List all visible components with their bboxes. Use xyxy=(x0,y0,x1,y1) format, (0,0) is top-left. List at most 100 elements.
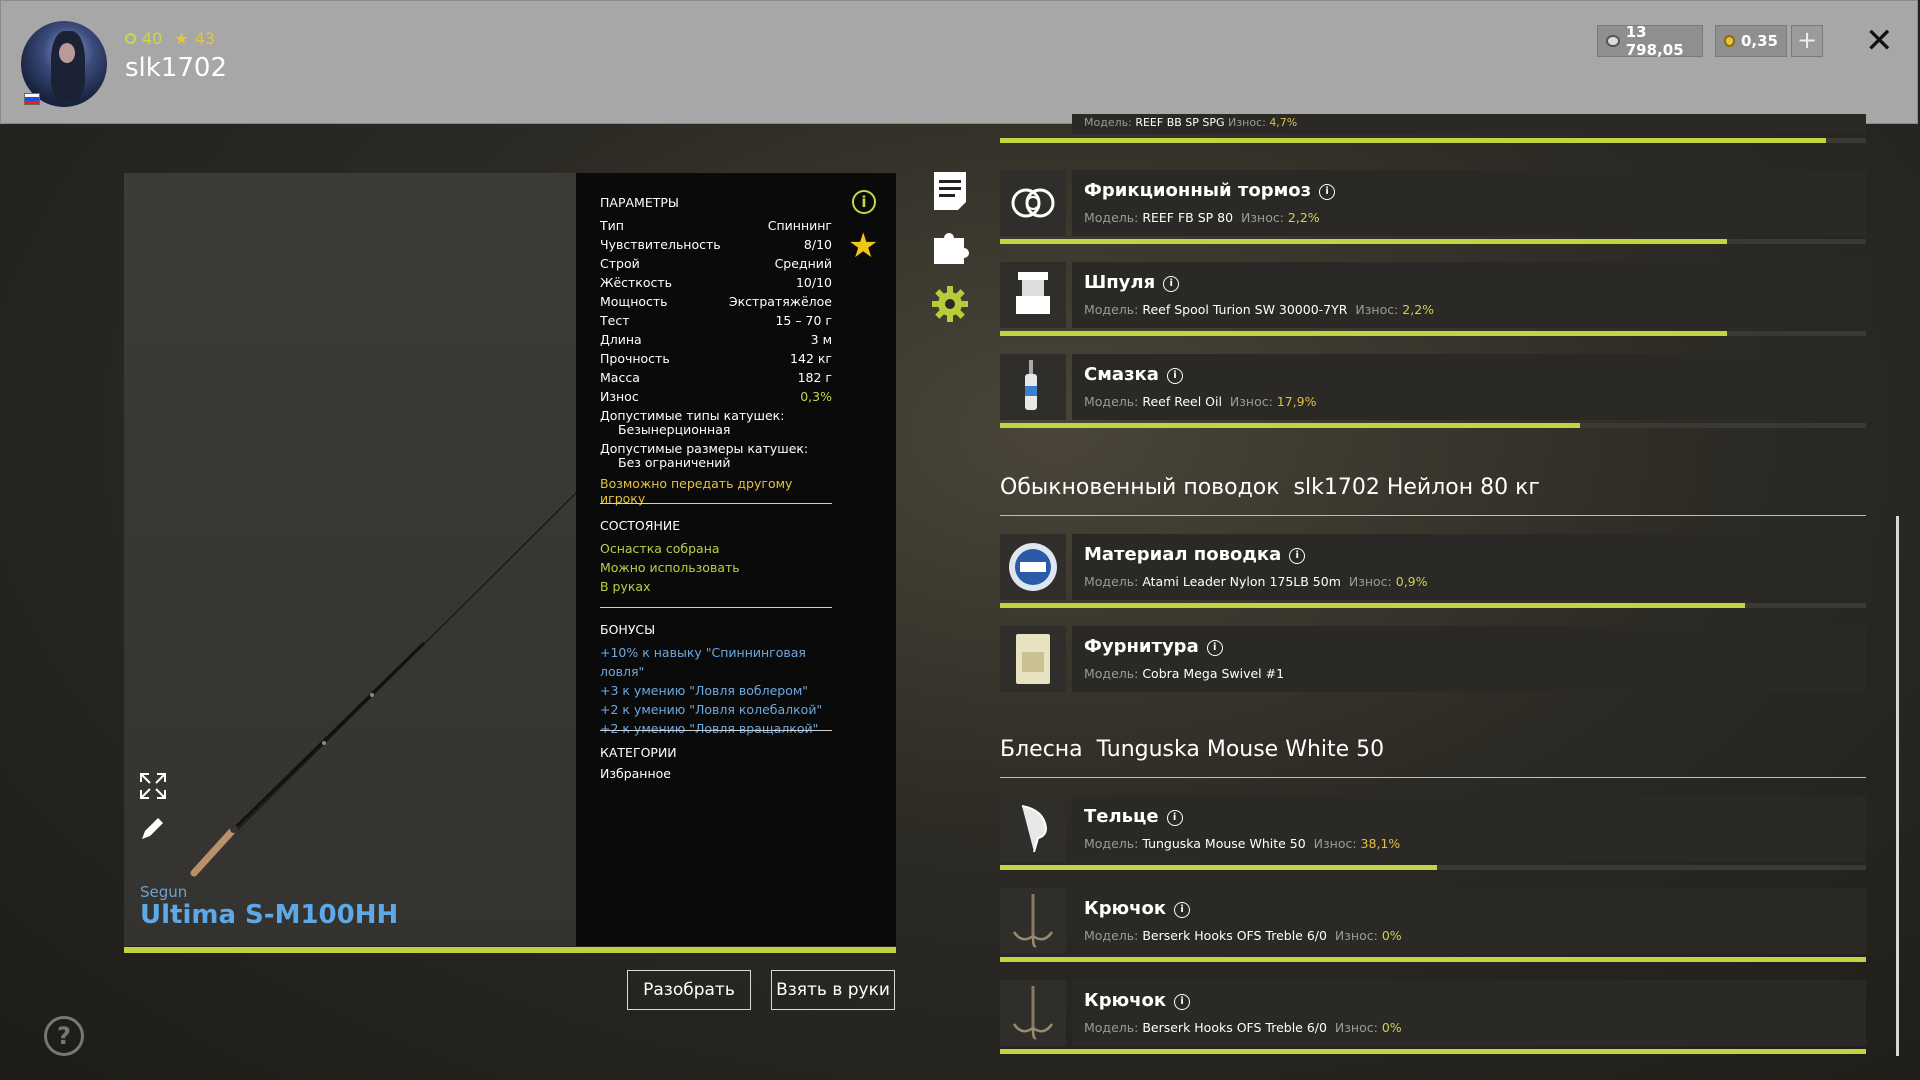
component-item[interactable]: Крючок i Модель: Berserk Hooks OFS Treble … xyxy=(1000,980,1866,1056)
model-label: Модель: xyxy=(1084,836,1139,851)
expand-icon[interactable] xyxy=(138,771,168,801)
group-label: Блесна xyxy=(1000,737,1083,762)
component-item[interactable]: Фрикционный тормоз i Модель: REEF FB SP 80… xyxy=(1000,170,1866,246)
info-icon[interactable]: i xyxy=(1319,184,1336,200)
bonus-line: +2 к умению "Ловля вращалкой" xyxy=(600,721,819,736)
component-meta: Модель: Reef Reel Oil Износ: 17,9% xyxy=(1084,394,1317,409)
take-in-hands-button[interactable]: Взять в руки xyxy=(771,970,895,1010)
wear-label: Износ: xyxy=(1334,928,1378,943)
model-label: Модель: xyxy=(1084,574,1139,589)
component-card[interactable]: Фрикционный тормоз i Модель: REEF FB SP 80… xyxy=(1072,170,1866,236)
param-value: 0,3% xyxy=(800,389,832,404)
info-icon[interactable]: i xyxy=(1206,640,1223,656)
wear-bar xyxy=(1000,138,1826,143)
gold-currency: 0,35 xyxy=(1715,25,1787,57)
wear-value: 0% xyxy=(1381,1020,1402,1035)
info-icon[interactable]: i xyxy=(1174,994,1191,1010)
component-name: Крючок xyxy=(1084,898,1167,919)
info-icon[interactable]: i xyxy=(1166,810,1183,826)
rod-brand: Segun xyxy=(140,883,188,901)
wear-bar xyxy=(1000,423,1580,428)
param-value: Спиннинг xyxy=(767,218,832,233)
model-value: Cobra Mega Swivel #1 xyxy=(1142,666,1285,681)
add-currency-button[interactable]: + xyxy=(1791,25,1823,57)
param-key: Прочность xyxy=(600,351,670,366)
favorite-star-icon[interactable]: ★ xyxy=(848,226,878,266)
wear-label: Износ: xyxy=(1229,394,1273,409)
component-card[interactable]: Смазка i Модель: Reef Reel Oil Износ: 17,9… xyxy=(1072,354,1866,420)
component-meta: Модель: Atami Leader Nylon 175LB 50m Изн… xyxy=(1084,574,1428,589)
wear-bar xyxy=(1000,331,1727,336)
wear-value: 38,1% xyxy=(1360,836,1401,851)
description-document-icon[interactable] xyxy=(930,170,970,210)
model-value: Atami Leader Nylon 175LB 50m xyxy=(1142,574,1341,589)
component-name: Крючок xyxy=(1084,990,1167,1011)
parameters-title: ПАРАМЕТРЫ xyxy=(600,195,679,210)
wear-label: Износ: xyxy=(1355,302,1399,317)
tackle-puzzle-icon[interactable] xyxy=(930,226,970,266)
leader-material-icon xyxy=(1000,534,1066,600)
level-value: 40 xyxy=(142,29,163,48)
component-card[interactable]: Крючок i Модель: Berserk Hooks OFS Treble … xyxy=(1072,980,1866,1046)
list-item-partial: Модель: REEF BB SP SPG Износ: 4,7% xyxy=(1000,114,1866,144)
wear-bar xyxy=(1000,239,1727,244)
component-name: Шпуля xyxy=(1084,272,1156,293)
category-value: Избранное xyxy=(600,766,671,781)
model-label: Модель: xyxy=(1084,394,1139,409)
component-item[interactable]: Тельце i Модель: Tunguska Mouse White 50 И… xyxy=(1000,796,1866,872)
model-label: Модель: xyxy=(1084,1020,1139,1035)
help-icon[interactable]: ? xyxy=(44,1016,84,1056)
component-card[interactable]: Шпуля i Модель: Reef Spool Turion SW 30000… xyxy=(1072,262,1866,328)
level-info: 40 ★ 43 xyxy=(125,29,215,48)
scrollbar[interactable] xyxy=(1896,516,1899,1056)
rod-wear-bar xyxy=(124,947,896,953)
param-key: Длина xyxy=(600,332,642,347)
param-value: 142 кг xyxy=(790,351,832,366)
bonuses-title: БОНУСЫ xyxy=(600,622,656,637)
state-line: В руках xyxy=(600,579,651,594)
settings-gear-icon[interactable] xyxy=(930,284,970,324)
param-row: Масса 182 г xyxy=(600,368,832,387)
param-row: Тест 15 – 70 г xyxy=(600,311,832,330)
disassemble-button[interactable]: Разобрать xyxy=(627,970,751,1010)
param-value: 3 м xyxy=(810,332,832,347)
component-card[interactable]: Фурнитура i Модель: Cobra Mega Swivel #1 xyxy=(1072,626,1866,692)
info-icon[interactable]: i xyxy=(1174,902,1191,918)
param-key: Строй xyxy=(600,256,640,271)
component-item[interactable]: Фурнитура i Модель: Cobra Mega Swivel #1 xyxy=(1000,626,1866,702)
component-item[interactable]: Смазка i Модель: Reef Reel Oil Износ: 17,9… xyxy=(1000,354,1866,430)
model-label: Модель: xyxy=(1084,928,1139,943)
component-card[interactable]: Крючок i Модель: Berserk Hooks OFS Treble … xyxy=(1072,888,1866,954)
profile-header: 40 ★ 43 slk1702 13 798,05 0,35 + ✕ xyxy=(0,0,1918,124)
component-item[interactable]: Материал поводка i Модель: Atami Leader Ny… xyxy=(1000,534,1866,610)
component-meta: Модель: Tunguska Mouse White 50 Износ: 3… xyxy=(1084,836,1400,851)
param-row: Жёсткость 10/10 xyxy=(600,273,832,292)
wear-value: 2,2% xyxy=(1402,302,1435,317)
param-key: Жёсткость xyxy=(600,275,673,290)
component-card[interactable]: Материал поводка i Модель: Atami Leader Ny… xyxy=(1072,534,1866,600)
gold-amount: 0,35 xyxy=(1740,32,1778,50)
info-icon[interactable]: i xyxy=(1166,368,1183,384)
component-item[interactable]: Шпуля i Модель: Reef Spool Turion SW 30000… xyxy=(1000,262,1866,338)
component-name: Смазка xyxy=(1084,364,1159,385)
info-icon[interactable]: i xyxy=(1163,276,1180,292)
info-icon[interactable]: i xyxy=(852,190,876,214)
bonus-line: +3 к умению "Ловля воблером" xyxy=(600,683,809,698)
param-value: Экстратяжёлое xyxy=(728,294,832,309)
group-value: Tunguska Mouse White 50 xyxy=(1096,737,1385,762)
component-name: Фурнитура xyxy=(1084,636,1199,657)
close-button[interactable]: ✕ xyxy=(1865,21,1894,61)
treble-hook-icon xyxy=(1000,888,1066,954)
rank-value: 43 xyxy=(194,29,216,48)
component-item[interactable]: Крючок i Модель: Berserk Hooks OFS Treble … xyxy=(1000,888,1866,964)
param-value: 8/10 xyxy=(803,237,832,252)
reel-types-value: Безынерционная xyxy=(618,422,731,437)
component-name: Материал поводка xyxy=(1084,544,1282,565)
wear-label: Износ: xyxy=(1228,116,1266,129)
edit-pencil-icon[interactable] xyxy=(138,813,168,843)
component-card[interactable]: Тельце i Модель: Tunguska Mouse White 50 И… xyxy=(1072,796,1866,862)
rank-star-icon: ★ xyxy=(174,29,189,48)
info-icon[interactable]: i xyxy=(1289,548,1306,564)
level-icon xyxy=(125,33,136,44)
reel-oil-icon xyxy=(1000,354,1066,420)
